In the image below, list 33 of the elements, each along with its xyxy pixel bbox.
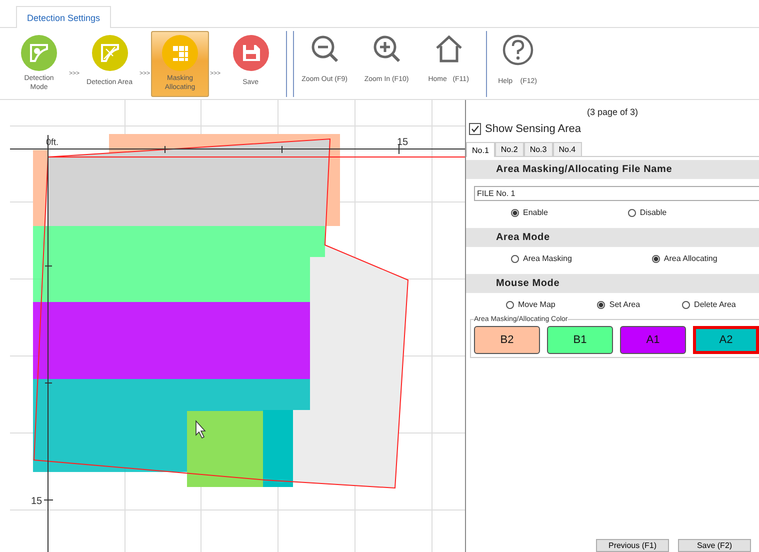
footer-button[interactable]: Save (F2) — [678, 539, 751, 552]
radio-option[interactable]: Enable — [511, 208, 548, 217]
area-color-button[interactable]: A1 — [620, 326, 686, 354]
section-header: Area Masking/Allocating File Name — [466, 160, 759, 179]
radio-option[interactable]: Move Map — [506, 300, 556, 309]
floppy-disk-icon — [232, 34, 270, 72]
section-header: Area Mode — [466, 228, 759, 247]
zoom-in-icon — [372, 34, 402, 64]
file-tab[interactable]: No.3 — [524, 142, 553, 156]
file-tab[interactable]: No.2 — [494, 142, 524, 156]
settings-tab[interactable]: Detection Settings — [16, 6, 112, 28]
home-icon — [434, 34, 464, 64]
area-color-button[interactable]: A2 — [693, 326, 759, 354]
radio-option[interactable]: Set Area — [597, 300, 640, 309]
axis-label: 15 — [397, 137, 408, 148]
file-tab[interactable]: No.1 — [466, 142, 495, 157]
show-sensing-area-checkbox[interactable]: Show Sensing Area — [466, 121, 759, 137]
radio-option[interactable]: Area Masking — [511, 254, 572, 263]
radio-option[interactable]: Delete Area — [682, 300, 736, 309]
zoom-out-icon — [310, 34, 340, 64]
axis-label: 15 — [31, 496, 42, 507]
area-color-button[interactable]: B2 — [474, 326, 540, 354]
section-header: Mouse Mode — [466, 274, 759, 293]
radio-option[interactable]: Area Allocating — [652, 254, 718, 263]
help-icon — [502, 34, 534, 66]
file-name-field[interactable]: FILE No. 1 — [474, 186, 759, 201]
file-tab[interactable]: No.4 — [552, 142, 582, 156]
radio-option[interactable]: Disable — [628, 208, 667, 217]
grid-icon — [161, 34, 200, 72]
area-color-button[interactable]: B1 — [547, 326, 613, 354]
page-indicator: (3 page of 3) — [586, 106, 640, 119]
cursor-icon — [196, 420, 206, 439]
footer-button[interactable]: Previous (F1) — [596, 539, 669, 552]
